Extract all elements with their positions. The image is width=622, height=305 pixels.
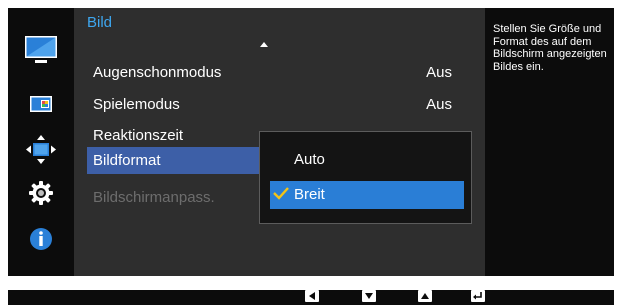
menu-item-augenschonmodus[interactable]: Augenschonmodus Aus bbox=[74, 59, 464, 86]
monitor-picture-icon[interactable] bbox=[24, 33, 58, 67]
up-arrow-key-icon[interactable] bbox=[418, 290, 432, 302]
enter-key-icon[interactable] bbox=[471, 290, 485, 302]
option-auto[interactable]: Auto bbox=[270, 146, 464, 174]
menu-title: Bild bbox=[87, 14, 113, 31]
menu-item-value: Aus bbox=[426, 96, 452, 113]
option-label: Auto bbox=[294, 151, 325, 168]
menu-item-label: Bildformat bbox=[93, 152, 161, 169]
help-panel: Stellen Sie Größe und Format des auf dem… bbox=[485, 8, 614, 276]
menu-item-value: Aus bbox=[426, 64, 452, 81]
option-label: Breit bbox=[294, 186, 325, 203]
key-guide-bar bbox=[8, 290, 614, 305]
left-arrow-key-icon[interactable] bbox=[305, 290, 319, 302]
menu-item-label: Bildschirmanpass. bbox=[93, 189, 215, 206]
scroll-up-arrow-icon[interactable] bbox=[260, 42, 268, 47]
checkmark-icon bbox=[273, 187, 289, 200]
menu-item-bildformat[interactable]: Bildformat bbox=[87, 147, 265, 174]
information-icon[interactable] bbox=[24, 222, 58, 256]
icon-sidebar bbox=[8, 8, 74, 276]
menu-item-label: Spielemodus bbox=[93, 96, 180, 113]
settings-gear-icon[interactable] bbox=[24, 176, 58, 210]
option-breit[interactable]: Breit bbox=[270, 181, 464, 209]
size-position-icon[interactable] bbox=[24, 133, 58, 167]
menu-item-label: Reaktionszeit bbox=[93, 127, 184, 144]
menu-item-label: Augenschonmodus bbox=[93, 64, 222, 81]
help-text: Stellen Sie Größe und Format des auf dem… bbox=[493, 23, 607, 73]
menu-item-spielemodus[interactable]: Spielemodus Aus bbox=[74, 91, 464, 118]
color-icon[interactable] bbox=[24, 88, 58, 122]
down-arrow-key-icon[interactable] bbox=[362, 290, 376, 302]
bildformat-submenu: Auto Breit bbox=[259, 131, 472, 224]
